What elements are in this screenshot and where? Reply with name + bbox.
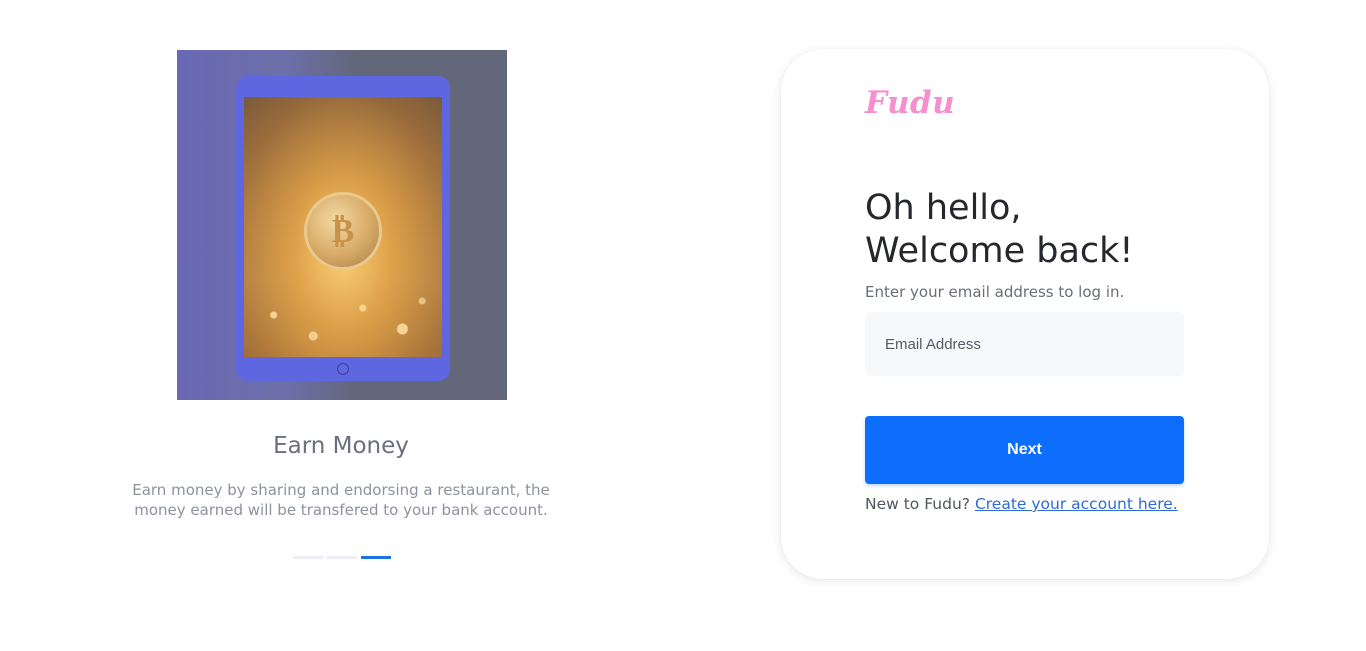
tablet-screen: ₿ (244, 97, 442, 357)
signup-prompt: New to Fudu? (865, 495, 971, 513)
promo-title: Earn Money (273, 433, 409, 459)
carousel-indicators (293, 556, 391, 559)
carousel-dot-2[interactable] (327, 556, 357, 559)
bitcoin-coin: ₿ (304, 192, 382, 270)
tablet-illustration: ₿ (236, 76, 450, 381)
carousel-dot-1[interactable] (293, 556, 323, 559)
carousel-dot-3[interactable] (361, 556, 391, 559)
greeting-line-2: Welcome back! (865, 231, 1134, 271)
email-field[interactable] (865, 312, 1184, 376)
promo-description: Earn money by sharing and endorsing a re… (132, 481, 550, 519)
next-button[interactable]: Next (865, 416, 1184, 484)
greeting-heading: Oh hello, Welcome back! (865, 187, 1133, 273)
login-page: ₿ Earn Money Earn money by sharing and e… (0, 0, 1366, 651)
greeting-line-1: Oh hello, (865, 188, 1022, 228)
signup-prompt-line: New to Fudu? Create your account here. (865, 495, 1178, 513)
login-card: Fudu Oh hello, Welcome back! Enter your … (781, 49, 1269, 579)
tablet-home-button (337, 363, 349, 375)
create-account-link[interactable]: Create your account here. (975, 495, 1178, 513)
login-hint: Enter your email address to log in. (865, 283, 1125, 301)
bitcoin-icon: ₿ (331, 211, 355, 251)
promo-image: ₿ (177, 50, 507, 400)
brand-logo[interactable]: Fudu (865, 85, 955, 121)
